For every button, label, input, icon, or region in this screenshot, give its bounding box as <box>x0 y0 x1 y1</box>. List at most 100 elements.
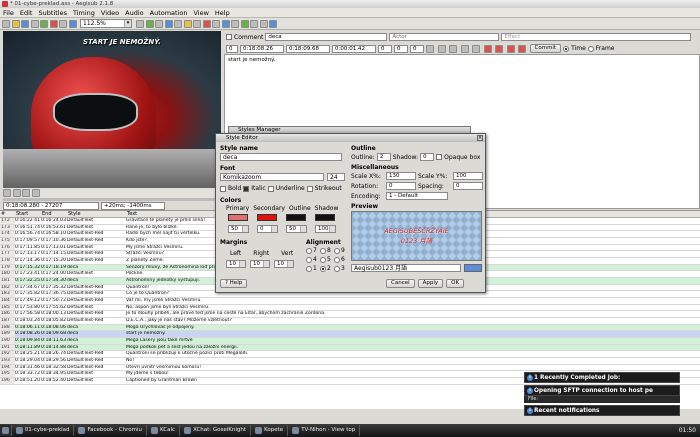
save-icon[interactable] <box>21 19 29 28</box>
jump-icon[interactable] <box>59 19 67 28</box>
secondary-alpha-field[interactable]: 0 <box>257 225 278 233</box>
notification-sftp[interactable]: Opening SFTP connection to host pe <box>524 385 680 396</box>
strikeout-checkbox[interactable] <box>306 185 313 192</box>
primary-color-swatch[interactable] <box>228 214 248 221</box>
table-row[interactable]: 185 0:17:53.80 0:17:55.62 DefaultText No, as… <box>0 304 700 312</box>
table-row[interactable]: 192 0:18:25.21 0:18:26.74 DefaultText-Red Qu… <box>0 351 700 359</box>
italic-icon[interactable] <box>437 44 446 53</box>
alignment-option[interactable]: 5 <box>320 256 334 263</box>
help-button[interactable]: ? Help <box>220 279 248 288</box>
zoom-select[interactable]: 112.5% ▾ <box>80 19 132 28</box>
spell-check-icon[interactable] <box>240 19 249 28</box>
effect-field[interactable]: Effect <box>501 33 692 41</box>
table-row[interactable]: 191 0:18:11.89 0:18:14.88 deca Mega podkoli … <box>0 344 700 352</box>
duration-field[interactable]: 0:00:01.42 <box>332 44 376 53</box>
comment-checkbox[interactable] <box>226 34 232 40</box>
color1-icon[interactable] <box>483 44 492 53</box>
outline-color-swatch[interactable] <box>286 214 306 221</box>
margin-left-spin[interactable]: 10 <box>226 260 246 268</box>
italic-checkbox[interactable] <box>243 185 250 192</box>
alignment-radio[interactable] <box>334 256 340 263</box>
underline-checkbox[interactable] <box>267 185 274 192</box>
notification-recent[interactable]: Recent notifications <box>524 405 680 416</box>
menu-file[interactable]: File <box>3 9 14 17</box>
alignment-option[interactable]: 1 <box>306 265 320 272</box>
shadow-depth-field[interactable]: 0 <box>420 153 435 161</box>
alignment-option[interactable]: 3 <box>334 265 348 272</box>
task-xchat[interactable]: XChat: GoseiKnight <box>182 425 252 436</box>
end-time-field[interactable]: 0:18:09.68 <box>286 44 330 53</box>
style-select[interactable]: deca <box>265 33 388 41</box>
alignment-radio[interactable] <box>334 265 340 272</box>
open-video-icon[interactable] <box>40 19 48 28</box>
menu-help[interactable]: Help <box>215 9 230 17</box>
table-row[interactable]: 184 0:17:49.12 0:17:50.72 DefaultText-Red Va… <box>0 298 700 305</box>
alignment-radio[interactable] <box>320 247 326 254</box>
margin-right-spin[interactable]: 10 <box>250 260 270 268</box>
stop-icon[interactable] <box>22 189 30 197</box>
resample-icon[interactable] <box>183 19 192 28</box>
font-size-field[interactable]: 24 <box>327 173 345 181</box>
margin-vert-spin[interactable]: 10 <box>274 260 294 268</box>
commit-button[interactable]: Commit <box>529 44 562 53</box>
color4-icon[interactable] <box>518 44 526 53</box>
color3-icon[interactable] <box>506 44 515 53</box>
font-name-select[interactable]: Komikazoom <box>220 173 324 181</box>
preview-bg-color-swatch[interactable] <box>464 264 482 272</box>
style-name-field[interactable]: deca <box>220 153 342 161</box>
alignment-radio[interactable] <box>320 265 326 272</box>
task-kcalc[interactable]: KCalc <box>149 425 181 436</box>
new-file-icon[interactable] <box>2 19 10 28</box>
menu-subtitles[interactable]: Subtitles <box>38 9 66 17</box>
autoscroll-icon[interactable] <box>31 189 40 197</box>
alignment-radio[interactable] <box>320 256 326 263</box>
rotation-field[interactable]: 0 <box>386 182 416 190</box>
margin-vert-field[interactable]: 0 <box>410 44 424 53</box>
fonts-collector-icon[interactable] <box>164 19 173 28</box>
scale-y-field[interactable]: 100 <box>453 172 483 180</box>
outline-width-field[interactable]: 2 <box>376 153 391 161</box>
shift-times-icon[interactable] <box>212 19 220 28</box>
alignment-radio[interactable] <box>306 256 312 263</box>
alignment-option[interactable]: 7 <box>306 247 320 254</box>
bold-checkbox[interactable] <box>220 185 226 192</box>
save-as-icon[interactable] <box>30 19 39 28</box>
close-icon[interactable]: × <box>477 135 483 141</box>
play-line-icon[interactable] <box>12 189 21 197</box>
find-icon[interactable] <box>221 19 230 28</box>
alignment-radio[interactable] <box>334 247 340 254</box>
table-row[interactable]: 190 0:18:09.84 0:18:11.63 deca Mega Lasery j… <box>0 338 700 345</box>
notification-completed-jobs[interactable]: 1 Recently Completed Job: <box>524 372 680 383</box>
menu-automation[interactable]: Automation <box>150 9 188 17</box>
alignment-option[interactable]: 4 <box>306 256 320 263</box>
primary-alpha-field[interactable]: 50 <box>228 225 249 233</box>
menu-video[interactable]: Video <box>101 9 119 17</box>
menu-timing[interactable]: Timing <box>73 9 95 17</box>
alignment-radio[interactable] <box>306 247 312 254</box>
apply-button[interactable]: Apply <box>417 279 444 288</box>
alignment-option[interactable]: 2 <box>320 265 334 272</box>
alignment-radio[interactable] <box>306 265 312 272</box>
task-tvnihon[interactable]: TV-Nihon - View top <box>290 425 361 436</box>
margin-right-field[interactable]: 0 <box>394 44 408 53</box>
zoom-icon[interactable] <box>68 19 77 28</box>
grid-tag-icon[interactable] <box>259 19 268 28</box>
table-row[interactable]: 187 0:18:03.24 0:18:05.82 DefaultText-Red D.… <box>0 318 700 325</box>
video-time-field[interactable]: 0:18:08.280 - 27207 <box>3 201 99 210</box>
encoding-select[interactable]: 1 - Default <box>386 192 448 200</box>
alignment-option[interactable]: 6 <box>334 256 348 263</box>
table-row[interactable]: 193 0:18:29.04 0:18:29.56 DefaultText-Red No… <box>0 358 700 365</box>
automation-icon[interactable] <box>174 19 182 28</box>
task-kopete[interactable]: Kopete <box>253 425 289 436</box>
strikeout-icon[interactable] <box>460 44 469 53</box>
replace-icon[interactable] <box>231 19 239 28</box>
shadow-color-swatch[interactable] <box>315 214 335 221</box>
ok-button[interactable]: OK <box>446 279 465 288</box>
options-icon[interactable] <box>250 19 258 28</box>
start-time-field[interactable]: 0:18:08.26 <box>240 44 284 53</box>
styles-manager-icon[interactable] <box>145 19 154 28</box>
scale-x-field[interactable]: 130 <box>386 172 416 180</box>
outline-alpha-field[interactable]: 50 <box>286 225 307 233</box>
attachments-icon[interactable] <box>155 19 163 28</box>
kanji-timer-icon[interactable] <box>202 19 211 28</box>
